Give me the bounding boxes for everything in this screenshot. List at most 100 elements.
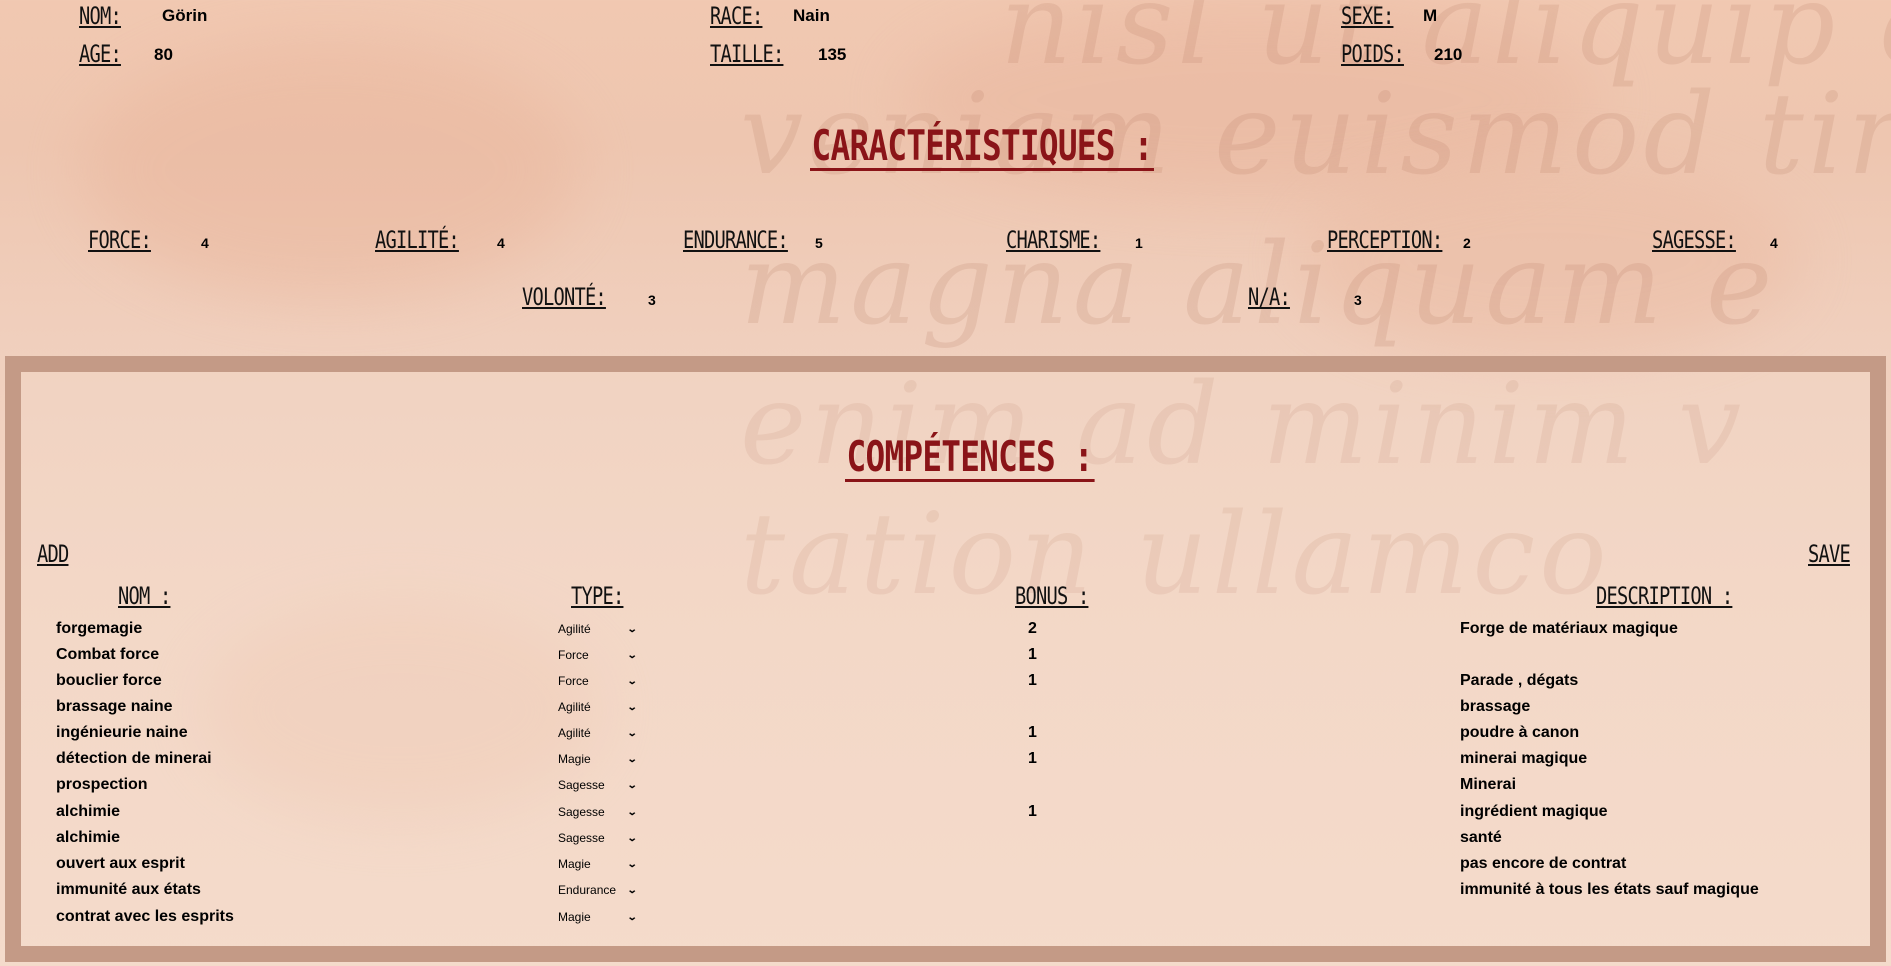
skill-type-value: Magie bbox=[558, 857, 591, 871]
skill-type-value: Agilité bbox=[558, 726, 591, 740]
skill-name[interactable]: alchimie bbox=[56, 829, 238, 847]
race-label: RACE: bbox=[710, 2, 763, 30]
stat-value-agilite[interactable]: 4 bbox=[497, 235, 505, 251]
save-button[interactable]: SAVE bbox=[1808, 540, 1851, 568]
stat-label-agilite: AGILITÉ: bbox=[375, 226, 460, 254]
skill-type-value: Sagesse bbox=[558, 831, 605, 845]
skill-type-value: Sagesse bbox=[558, 805, 605, 819]
skill-name[interactable]: ingénieurie naine bbox=[56, 724, 238, 742]
skill-type-select[interactable]: Agilité ⌄ bbox=[558, 620, 638, 638]
stat-label-endurance: ENDURANCE: bbox=[683, 226, 789, 254]
stat-label-perception: PERCEPTION: bbox=[1327, 226, 1443, 254]
stat-value-volonte[interactable]: 3 bbox=[648, 292, 656, 308]
poids-value[interactable]: 210 bbox=[1434, 45, 1462, 65]
competences-title: COMPÉTENCES : bbox=[845, 432, 1095, 482]
column-header-bonus: BONUS : bbox=[1015, 582, 1089, 610]
skill-name[interactable]: forgemagie bbox=[56, 620, 238, 638]
stat-value-perception[interactable]: 2 bbox=[1463, 235, 1471, 251]
column-header-nom: NOM : bbox=[118, 582, 171, 610]
stat-label-charisme: CHARISME: bbox=[1006, 226, 1101, 254]
skill-description[interactable]: immunité à tous les états sauf magique bbox=[1460, 881, 1759, 899]
skill-bonus[interactable]: 1 bbox=[1028, 672, 1037, 690]
skill-bonus[interactable]: 1 bbox=[1028, 646, 1037, 664]
skill-name[interactable]: brassage naine bbox=[56, 698, 238, 716]
skill-description[interactable]: Forge de matériaux magique bbox=[1460, 620, 1678, 638]
skill-type-value: Endurance bbox=[558, 883, 617, 897]
stat-value-endurance[interactable]: 5 bbox=[815, 235, 823, 251]
skill-type-select[interactable]: Agilité ⌄ bbox=[558, 698, 638, 716]
stat-value-sagesse[interactable]: 4 bbox=[1770, 235, 1778, 251]
stat-label-sagesse: SAGESSE: bbox=[1652, 226, 1737, 254]
skill-description[interactable]: poudre à canon bbox=[1460, 724, 1579, 742]
chevron-down-icon: ⌄ bbox=[626, 753, 638, 765]
column-header-type: TYPE: bbox=[571, 582, 624, 610]
parchment-stain bbox=[1300, 160, 1800, 360]
skill-type-select[interactable]: Magie ⌄ bbox=[558, 908, 637, 926]
nom-label: NOM: bbox=[79, 2, 122, 30]
skill-description[interactable]: santé bbox=[1460, 829, 1502, 847]
column-header-description: DESCRIPTION : bbox=[1596, 582, 1733, 610]
race-value[interactable]: Nain bbox=[793, 6, 830, 26]
stat-value-na[interactable]: 3 bbox=[1354, 292, 1362, 308]
age-value[interactable]: 80 bbox=[154, 45, 173, 65]
skill-type-value: Force bbox=[558, 674, 589, 688]
skill-type-select[interactable]: Magie ⌄ bbox=[558, 855, 638, 873]
stat-label-force: FORCE: bbox=[88, 226, 152, 254]
add-button[interactable]: ADD bbox=[37, 540, 69, 568]
chevron-down-icon: ⌄ bbox=[626, 806, 638, 818]
skill-bonus[interactable]: 1 bbox=[1028, 750, 1037, 768]
skill-name[interactable]: détection de minerai bbox=[56, 750, 238, 768]
caracteristiques-title: CARACTÉRISTIQUES : bbox=[810, 121, 1155, 171]
skill-description[interactable]: pas encore de contrat bbox=[1460, 855, 1626, 873]
skill-name[interactable]: bouclier force bbox=[56, 672, 238, 690]
chevron-down-icon: ⌄ bbox=[626, 832, 638, 844]
skill-name[interactable]: prospection bbox=[56, 776, 238, 794]
skill-description[interactable]: minerai magique bbox=[1460, 750, 1587, 768]
stat-label-na: N/A: bbox=[1248, 283, 1291, 311]
skill-description[interactable]: Minerai bbox=[1460, 776, 1516, 794]
chevron-down-icon: ⌄ bbox=[626, 675, 638, 687]
skill-bonus[interactable]: 1 bbox=[1028, 724, 1037, 742]
age-label: AGE: bbox=[79, 40, 122, 68]
skill-description[interactable]: brassage bbox=[1460, 698, 1530, 716]
skill-type-select[interactable]: Magie ⌄ bbox=[558, 750, 638, 768]
skill-type-value: Magie bbox=[558, 752, 591, 766]
chevron-down-icon: ⌄ bbox=[626, 858, 638, 870]
skill-type-value: Agilité bbox=[558, 700, 591, 714]
skill-type-select[interactable]: Force ⌄ bbox=[558, 646, 638, 664]
sexe-label: SEXE: bbox=[1341, 2, 1394, 30]
skill-bonus[interactable]: 2 bbox=[1028, 620, 1037, 638]
chevron-down-icon: ⌄ bbox=[626, 623, 638, 635]
stat-label-volonte: VOLONTÉ: bbox=[522, 283, 607, 311]
stat-value-force[interactable]: 4 bbox=[201, 235, 209, 251]
skill-type-value: Sagesse bbox=[558, 778, 605, 792]
poids-label: POIDS: bbox=[1341, 40, 1405, 68]
skill-type-select[interactable]: Sagesse ⌄ bbox=[558, 829, 638, 847]
chevron-down-icon: ⌄ bbox=[626, 701, 638, 713]
nom-value[interactable]: Görin bbox=[162, 6, 207, 26]
parchment-stain bbox=[80, 40, 580, 300]
chevron-down-icon: ⌄ bbox=[626, 779, 638, 791]
chevron-down-icon: ⌄ bbox=[626, 884, 638, 896]
skill-name[interactable]: contrat avec les esprits bbox=[56, 908, 238, 926]
skill-type-select[interactable]: Force ⌄ bbox=[558, 672, 638, 690]
skill-type-value: Magie bbox=[558, 910, 591, 924]
chevron-down-icon: ⌄ bbox=[626, 649, 638, 661]
skill-name[interactable]: Combat force bbox=[56, 646, 238, 664]
skill-description[interactable]: ingrédient magique bbox=[1460, 803, 1608, 821]
skill-name[interactable]: ouvert aux esprit bbox=[56, 855, 238, 873]
sexe-value[interactable]: M bbox=[1423, 6, 1437, 26]
skill-description[interactable]: Parade , dégats bbox=[1460, 672, 1578, 690]
skill-type-select[interactable]: Sagesse ⌄ bbox=[558, 776, 638, 794]
skill-type-select[interactable]: Agilité ⌄ bbox=[558, 724, 638, 742]
skill-bonus[interactable]: 1 bbox=[1028, 803, 1037, 821]
skill-type-value: Agilité bbox=[558, 622, 591, 636]
stat-value-charisme[interactable]: 1 bbox=[1135, 235, 1143, 251]
skill-name[interactable]: alchimie bbox=[56, 803, 238, 821]
skill-type-select[interactable]: Endurance ⌄ bbox=[558, 881, 638, 899]
taille-label: TAILLE: bbox=[710, 40, 784, 68]
taille-value[interactable]: 135 bbox=[818, 45, 846, 65]
skill-type-select[interactable]: Sagesse ⌄ bbox=[558, 803, 638, 821]
skill-name[interactable]: immunité aux états bbox=[56, 881, 238, 899]
chevron-down-icon: ⌄ bbox=[626, 727, 638, 739]
